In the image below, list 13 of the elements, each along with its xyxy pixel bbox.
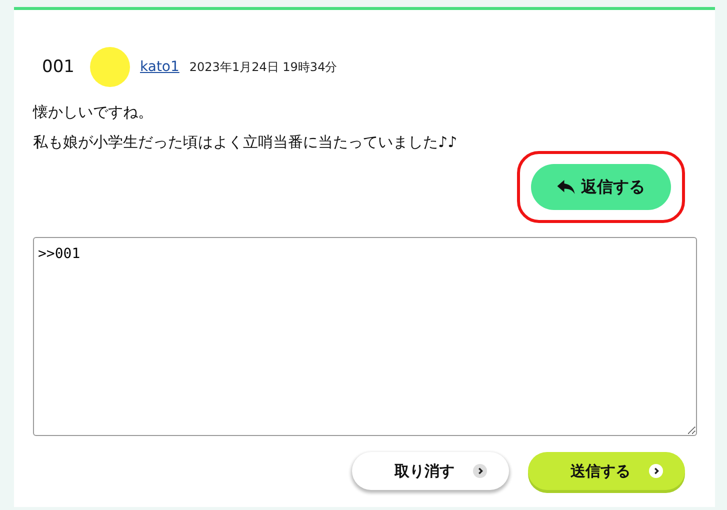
avatar: [90, 47, 130, 87]
reply-field[interactable]: >>001: [33, 237, 697, 436]
reply-button[interactable]: 返信する: [531, 164, 671, 210]
comment-text: 懐かしいですね。: [33, 103, 154, 122]
reply-arrow-icon: [557, 180, 575, 194]
chevron-icon: [648, 464, 662, 478]
comment-number: 001: [42, 57, 76, 77]
comment-text: 私も娘が小学生だった頃はよく立哨当番に当たっていました♪♪: [33, 133, 458, 152]
comment-date: 2023年1月24日 19時34分: [189, 58, 338, 76]
chevron-icon: [472, 464, 486, 478]
submit-button[interactable]: 送信する: [528, 452, 685, 490]
author-link[interactable]: kato1: [140, 59, 180, 75]
cancel-button[interactable]: 取り消す: [352, 452, 509, 490]
